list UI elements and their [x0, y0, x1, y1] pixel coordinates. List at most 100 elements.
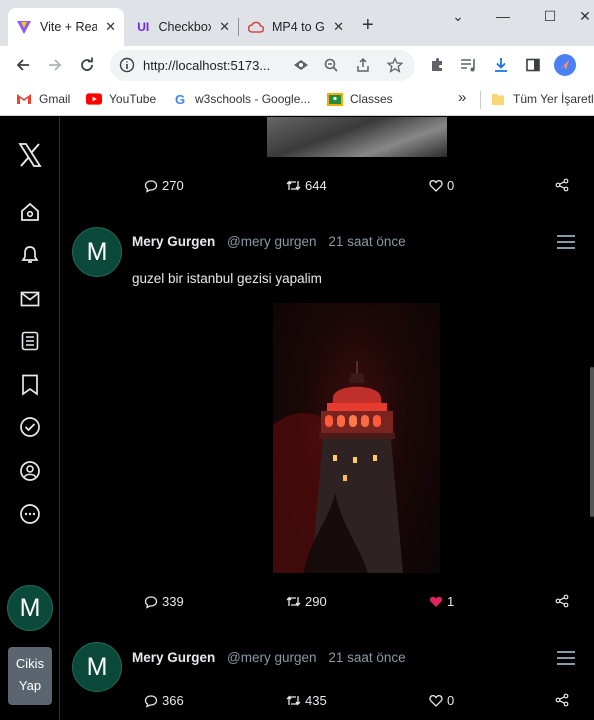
media-control-icon[interactable]: [458, 54, 480, 76]
forward-button[interactable]: [44, 54, 66, 76]
cloud-icon: [248, 19, 264, 35]
bookmark-label: YouTube: [109, 92, 157, 106]
bookmarks-divider: [480, 91, 481, 109]
retweet-count: 644: [305, 178, 327, 193]
post-author-name[interactable]: Mery Gurgen: [132, 234, 215, 249]
gmail-icon: [16, 92, 32, 106]
retweet-button[interactable]: 644: [286, 178, 327, 193]
extensions-icon[interactable]: [426, 54, 448, 76]
share-icon: [555, 594, 569, 608]
comment-button[interactable]: 366: [144, 693, 184, 708]
comment-icon: [144, 179, 158, 193]
post-menu-button[interactable]: [557, 235, 575, 249]
bookmark-all-bookmarks[interactable]: Tüm Yer İşaretleri: [490, 92, 594, 106]
tab-checkbox[interactable]: UI Checkbox ✕: [128, 8, 238, 46]
post-author-handle[interactable]: @mery gurgen: [227, 650, 317, 665]
tab-mp4-to-gif[interactable]: MP4 to GIF ✕: [240, 8, 352, 46]
tab-vite-react[interactable]: Vite + React ✕: [8, 8, 124, 46]
post-avatar[interactable]: M: [72, 642, 122, 692]
comment-count: 270: [162, 178, 184, 193]
bookmark-label: Tüm Yer İşaretleri: [513, 92, 594, 106]
retweet-button[interactable]: 290: [286, 594, 327, 609]
star-icon[interactable]: [386, 56, 404, 74]
comment-button[interactable]: 270: [144, 178, 184, 193]
post-image[interactable]: [267, 117, 447, 157]
browser-titlebar: Vite + React ✕ UI Checkbox ✕ MP4 to GIF …: [0, 0, 594, 46]
page-scrollbar[interactable]: [590, 367, 594, 517]
back-button[interactable]: [12, 54, 34, 76]
minimize-button[interactable]: —: [493, 8, 513, 24]
bookmark-label: Gmail: [39, 92, 71, 106]
like-button[interactable]: 1: [429, 594, 454, 609]
tab-separator: [238, 18, 239, 36]
info-icon[interactable]: [118, 56, 136, 74]
like-count: 0: [447, 178, 455, 193]
retweet-button[interactable]: 435: [286, 693, 327, 708]
ui-icon: UI: [137, 20, 150, 34]
tab-title: Vite + React: [40, 20, 98, 34]
folder-icon: [490, 92, 506, 106]
reload-button[interactable]: [76, 54, 98, 76]
profile-icon[interactable]: [18, 459, 42, 483]
url-text[interactable]: http://localhost:5173...: [143, 58, 270, 73]
logout-label-line1: Cikis: [15, 656, 45, 671]
sidebar-avatar[interactable]: M: [7, 585, 53, 631]
share-icon[interactable]: [354, 56, 372, 74]
retweet-icon: [286, 180, 301, 191]
home-icon[interactable]: [18, 200, 42, 224]
x-logo-icon[interactable]: [16, 141, 44, 169]
post-timestamp: 21 saat önce: [328, 234, 406, 249]
share-button[interactable]: [555, 178, 573, 192]
bookmark-classes[interactable]: Classes: [327, 92, 393, 106]
comment-icon: [144, 694, 158, 708]
post-author-handle[interactable]: @mery gurgen: [227, 234, 317, 249]
eye-icon[interactable]: [292, 56, 310, 74]
tab-title: MP4 to GIF: [272, 20, 325, 34]
tab-title: Checkbox: [158, 20, 212, 34]
window-close-button[interactable]: ✕: [575, 8, 594, 25]
like-count: 0: [447, 693, 455, 708]
like-button[interactable]: 0: [429, 693, 454, 708]
post-avatar[interactable]: M: [72, 227, 122, 277]
page-content: M Cikis Yap 270 644 0 M Mery Gurgen @mer…: [0, 117, 594, 720]
bookmark-youtube[interactable]: YouTube: [86, 92, 156, 106]
browser-toolbar: http://localhost:5173...: [0, 46, 594, 84]
logout-button[interactable]: Cikis Yap: [8, 647, 52, 705]
heart-icon: [429, 695, 443, 707]
address-bar[interactable]: http://localhost:5173...: [110, 50, 415, 81]
close-icon[interactable]: ✕: [333, 19, 344, 35]
google-icon: G: [174, 91, 186, 107]
bookmark-w3schools[interactable]: G w3schools - Google...: [172, 91, 310, 107]
download-icon[interactable]: [490, 54, 512, 76]
retweet-count: 290: [305, 594, 327, 609]
maximize-button[interactable]: ☐: [540, 8, 560, 25]
more-icon[interactable]: [18, 502, 42, 526]
post-author-name[interactable]: Mery Gurgen: [132, 650, 215, 665]
bookmarks-overflow-button[interactable]: »: [458, 89, 466, 106]
profile-avatar[interactable]: [554, 54, 576, 76]
side-panel-icon[interactable]: [522, 54, 544, 76]
share-button[interactable]: [555, 693, 573, 707]
bookmark-label: Classes: [350, 92, 393, 106]
bookmark-gmail[interactable]: Gmail: [16, 92, 70, 106]
post-image[interactable]: [273, 303, 440, 573]
like-button[interactable]: 0: [429, 178, 454, 193]
share-icon: [555, 693, 569, 707]
bookmark-icon[interactable]: [18, 373, 42, 397]
share-button[interactable]: [555, 594, 573, 608]
bell-icon[interactable]: [18, 243, 42, 267]
post-actions: 339 290 1: [62, 594, 594, 614]
comment-count: 366: [162, 693, 184, 708]
mail-icon[interactable]: [18, 287, 42, 311]
close-icon[interactable]: ✕: [219, 19, 230, 35]
share-icon: [555, 178, 569, 192]
comment-button[interactable]: 339: [144, 594, 184, 609]
tab-search-icon[interactable]: ⌄: [448, 8, 468, 25]
new-tab-button[interactable]: +: [362, 14, 374, 37]
close-icon[interactable]: ✕: [105, 19, 116, 35]
list-icon[interactable]: [18, 329, 42, 353]
zoom-icon[interactable]: [322, 56, 340, 74]
post-menu-button[interactable]: [557, 651, 575, 665]
comment-icon: [144, 595, 158, 609]
verified-icon[interactable]: [18, 415, 42, 439]
